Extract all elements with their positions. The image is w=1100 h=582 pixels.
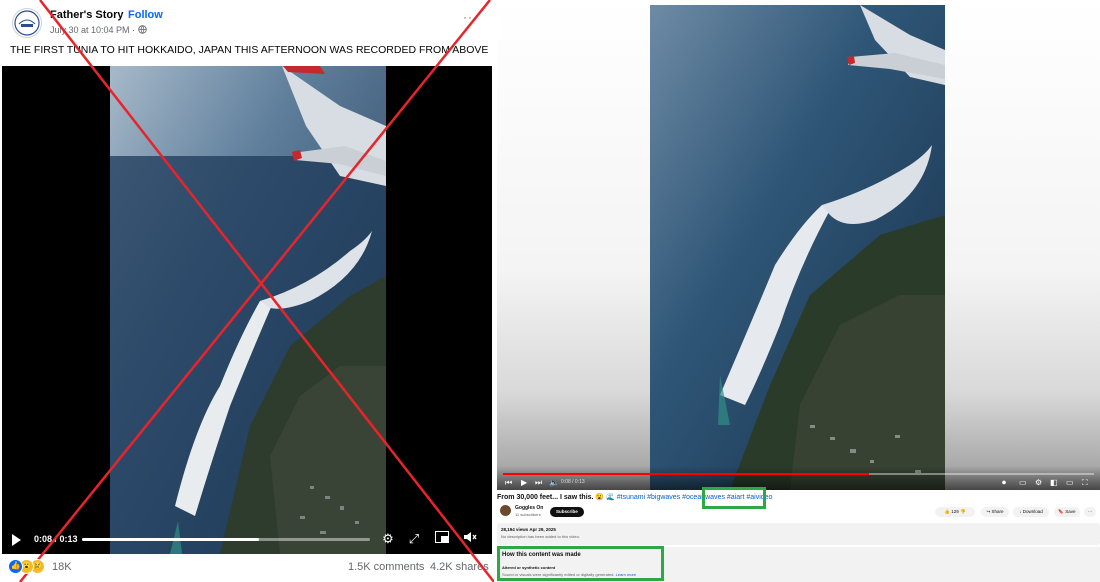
description-box[interactable]: 28,194 views Apr 29, 2025 No description… xyxy=(497,523,1100,545)
subscriber-count: 11 subscribers xyxy=(515,512,541,517)
reaction-icons[interactable]: 👍 😮 😢 xyxy=(8,559,48,575)
share-label: Share xyxy=(991,509,1004,514)
mute-speaker-icon[interactable] xyxy=(462,531,478,547)
page-name[interactable]: Father's Story xyxy=(50,9,124,21)
settings-gear-icon[interactable]: ⚙ xyxy=(380,531,396,547)
previous-icon[interactable]: ⏮ xyxy=(505,478,512,488)
volume-icon[interactable]: 🔈 xyxy=(549,478,559,488)
fullscreen-icon[interactable]: ⤢ xyxy=(406,531,422,547)
disclosure-highlight-box xyxy=(497,546,664,581)
shares-count[interactable]: 4.2K shares xyxy=(430,561,489,573)
video-frame xyxy=(110,66,386,554)
video-time: 0:08 / 0:13 xyxy=(34,534,78,544)
post-caption: THE FIRST TUNIA TO HIT HOKKAIDO, JAPAN T… xyxy=(10,44,489,56)
like-count: 129 xyxy=(951,509,959,514)
bookmark-icon: 🔖 xyxy=(1058,509,1065,514)
channel-name[interactable]: Goggles On xyxy=(515,505,543,511)
yt-play-icon[interactable]: ▶ xyxy=(521,478,527,488)
next-icon[interactable]: ⏭ xyxy=(535,478,542,488)
name-separator: · xyxy=(120,9,124,21)
miniplayer-icon[interactable]: ◧ xyxy=(1050,478,1058,488)
share-button[interactable]: ↪ Share xyxy=(981,507,1009,517)
channel-avatar[interactable] xyxy=(500,505,511,516)
youtube-video-frame xyxy=(650,5,945,490)
save-label: Save xyxy=(1065,509,1076,514)
video-progress-fill xyxy=(82,538,260,541)
views-and-date: 28,194 views Apr 29, 2025 xyxy=(501,527,556,532)
yt-settings-icon[interactable]: ⚙ xyxy=(1035,478,1042,488)
autoplay-toggle-icon[interactable]: ⏺ xyxy=(1002,478,1006,488)
subscribe-button[interactable]: Subscribe xyxy=(550,507,584,517)
thumbs-up-icon: 👍 xyxy=(944,509,950,514)
thumbs-down-icon: 👎 xyxy=(960,509,966,514)
player-controls-shade xyxy=(497,466,1100,490)
download-button[interactable]: ↓ Download xyxy=(1013,507,1049,517)
picture-in-picture-icon[interactable] xyxy=(434,531,450,547)
like-dislike-button[interactable]: 👍 129 👎 xyxy=(935,507,975,517)
yt-fullscreen-icon[interactable]: ⛶ xyxy=(1082,478,1088,488)
captions-icon[interactable]: ▭ xyxy=(1019,478,1027,488)
more-actions-button[interactable]: ··· xyxy=(1084,507,1096,517)
play-icon[interactable] xyxy=(12,534,21,546)
save-button[interactable]: 🔖 Save xyxy=(1054,507,1080,517)
page-avatar[interactable] xyxy=(12,8,42,38)
globe-icon xyxy=(138,25,147,34)
youtube-time: 0:08 / 0:13 xyxy=(561,479,585,485)
youtube-page: ⏮ ▶ ⏭ 🔈 0:08 / 0:13 ⏺ ▭ ⚙ ◧ ▭ ⛶ From 30,… xyxy=(497,0,1100,582)
youtube-progress-fill xyxy=(503,473,870,475)
post-header: Father's Story · Follow July 30 at 10:04… xyxy=(8,6,486,40)
description-text: No description has been added to this vi… xyxy=(501,534,580,539)
page-logo-icon xyxy=(14,10,40,36)
share-icon: ↪ xyxy=(986,509,991,514)
download-label: Download xyxy=(1022,509,1043,514)
comments-count[interactable]: 1.5K comments xyxy=(348,561,424,573)
download-icon: ↓ xyxy=(1019,509,1022,514)
like-reaction-icon: 👍 xyxy=(8,559,23,574)
video-controls: 0:08 / 0:13 ⚙ ⤢ xyxy=(2,526,492,554)
facebook-post: Father's Story · Follow July 30 at 10:04… xyxy=(0,0,494,582)
video-progress-bar[interactable] xyxy=(82,538,370,541)
follow-button[interactable]: Follow xyxy=(128,9,163,21)
video-player[interactable]: 0:08 / 0:13 ⚙ ⤢ xyxy=(2,66,492,554)
reaction-count[interactable]: 18K xyxy=(52,561,72,573)
post-footer: 👍 😮 😢 18K 1.5K comments 4.2K shares xyxy=(0,556,494,580)
hashtag-highlight-box xyxy=(702,487,766,509)
post-timestamp[interactable]: July 30 at 10:04 PM · xyxy=(50,25,135,35)
youtube-player[interactable]: ⏮ ▶ ⏭ 🔈 0:08 / 0:13 ⏺ ▭ ⚙ ◧ ▭ ⛶ xyxy=(497,0,1100,490)
youtube-progress-bar[interactable] xyxy=(503,473,1094,475)
more-options-icon[interactable]: ··· xyxy=(463,10,478,24)
video-title-text: From 30,000 feet... I saw this. 😮 🌊 xyxy=(497,494,615,501)
theater-mode-icon[interactable]: ▭ xyxy=(1066,478,1074,488)
